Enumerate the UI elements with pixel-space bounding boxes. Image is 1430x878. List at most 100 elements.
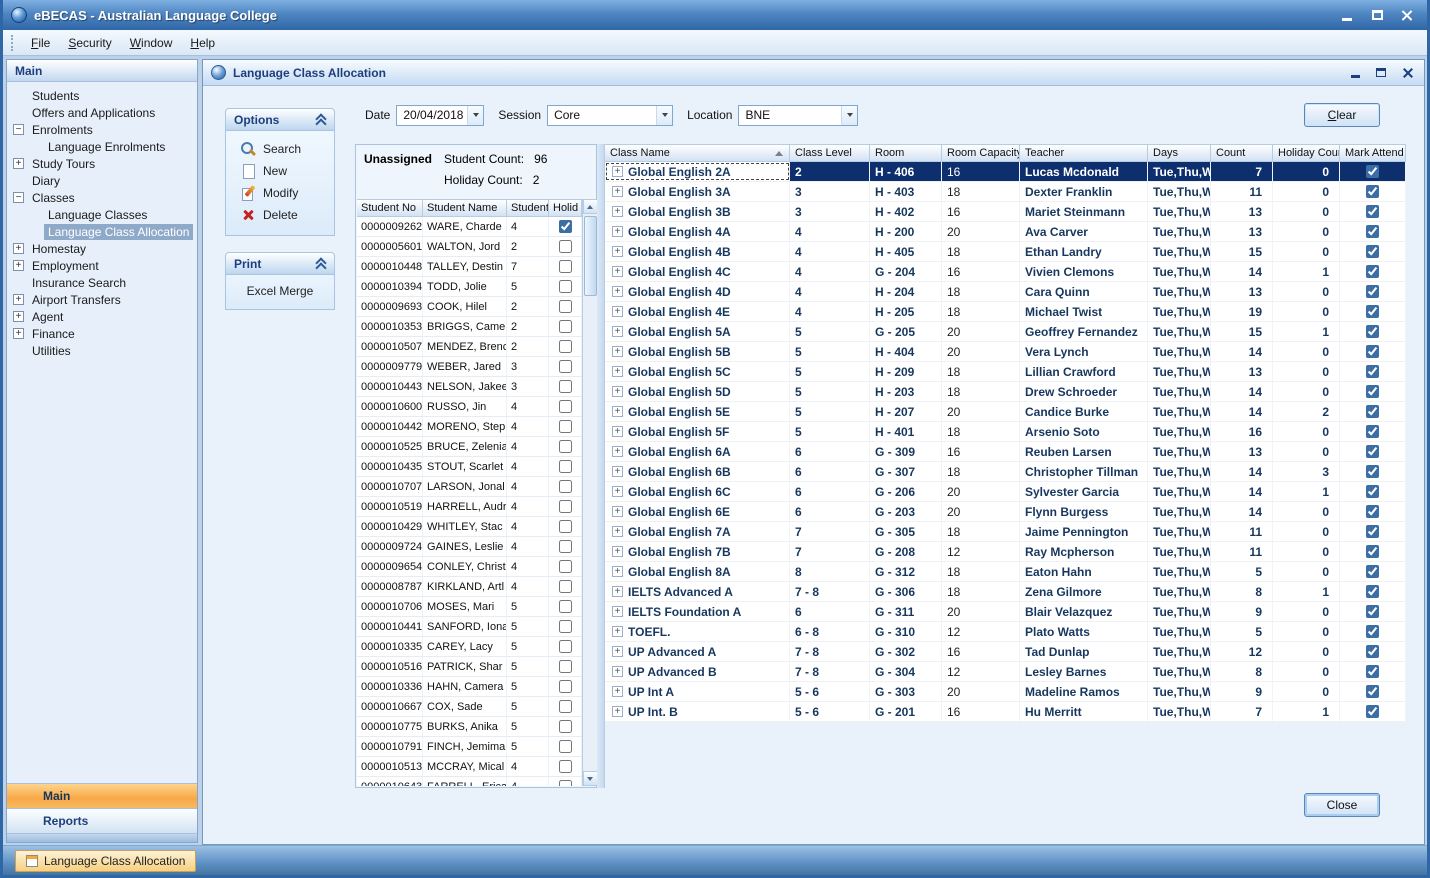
student-row[interactable]: 0000010791FINCH, Jemima5	[357, 737, 582, 757]
class-row[interactable]: +Global English 5E5H - 20720Candice Burk…	[605, 402, 1406, 422]
close-button[interactable]	[1395, 6, 1419, 24]
expand-plus-icon[interactable]: +	[612, 186, 623, 197]
excel-merge-button[interactable]: Excel Merge	[226, 275, 334, 309]
expand-plus-icon[interactable]: +	[612, 606, 623, 617]
col-count[interactable]: Count	[1211, 144, 1273, 162]
mark-attendance-checkbox[interactable]	[1366, 205, 1379, 218]
class-row[interactable]: +Global English 5C5H - 20918Lillian Craw…	[605, 362, 1406, 382]
option-search-button[interactable]: Search	[240, 138, 334, 160]
mark-attendance-checkbox[interactable]	[1366, 225, 1379, 238]
col-teacher[interactable]: Teacher	[1020, 144, 1148, 162]
student-row[interactable]: 0000009779WEBER, Jared3	[357, 357, 582, 377]
menu-help[interactable]: Help	[181, 32, 224, 54]
col-mark-attendance[interactable]: Mark Attend	[1340, 144, 1406, 162]
student-row[interactable]: 0000010335CAREY, Lacy5	[357, 637, 582, 657]
expand-plus-icon[interactable]: +	[612, 546, 623, 557]
maximize-button[interactable]	[1365, 6, 1389, 24]
mark-attendance-checkbox[interactable]	[1366, 525, 1379, 538]
holiday-checkbox[interactable]	[559, 280, 572, 293]
sidebar-item-offers-and-applications[interactable]: Offers and Applications	[7, 104, 197, 121]
student-row[interactable]: 0000010443NELSON, Jakee3	[357, 377, 582, 397]
student-row[interactable]: 0000009693COOK, Hilel2	[357, 297, 582, 317]
holiday-checkbox[interactable]	[559, 420, 572, 433]
sidebar-item-language-classes[interactable]: Language Classes	[7, 206, 197, 223]
expand-plus-icon[interactable]: +	[612, 566, 623, 577]
mark-attendance-checkbox[interactable]	[1366, 465, 1379, 478]
sidebar-item-finance[interactable]: +Finance	[7, 325, 197, 342]
class-row[interactable]: +Global English 4B4H - 40518Ethan Landry…	[605, 242, 1406, 262]
mark-attendance-checkbox[interactable]	[1366, 365, 1379, 378]
holiday-checkbox[interactable]	[559, 300, 572, 313]
scroll-up-button[interactable]	[583, 199, 598, 214]
col-student-level[interactable]: Student L	[507, 199, 549, 217]
mark-attendance-checkbox[interactable]	[1366, 645, 1379, 658]
holiday-checkbox[interactable]	[559, 380, 572, 393]
expand-plus-icon[interactable]: +	[612, 206, 623, 217]
holiday-checkbox[interactable]	[559, 440, 572, 453]
option-new-button[interactable]: New	[240, 160, 334, 182]
holiday-checkbox[interactable]	[559, 600, 572, 613]
class-row[interactable]: +Global English 4C4G - 20416Vivien Clemo…	[605, 262, 1406, 282]
mark-attendance-checkbox[interactable]	[1366, 385, 1379, 398]
expand-plus-icon[interactable]: +	[612, 246, 623, 257]
collapse-chevron-icon[interactable]	[316, 114, 326, 126]
expand-plus-icon[interactable]: +	[612, 506, 623, 517]
student-row[interactable]: 0000010775BURKS, Anika5	[357, 717, 582, 737]
class-row[interactable]: +IELTS Advanced A7 - 8G - 30618Zena Gilm…	[605, 582, 1406, 602]
date-dropdown-button[interactable]	[467, 106, 483, 125]
student-row[interactable]: 0000009262WARE, Charde4	[357, 217, 582, 237]
expand-plus-icon[interactable]: +	[612, 466, 623, 477]
student-row[interactable]: 0000010519HARRELL, Audr4	[357, 497, 582, 517]
minimize-button[interactable]	[1335, 6, 1359, 24]
sidebar-item-airport-transfers[interactable]: +Airport Transfers	[7, 291, 197, 308]
expand-plus-icon[interactable]: +	[13, 311, 24, 322]
holiday-checkbox[interactable]	[559, 320, 572, 333]
col-holiday[interactable]: Holid	[549, 199, 582, 217]
student-row[interactable]: 0000010600RUSSO, Jin4	[357, 397, 582, 417]
option-delete-button[interactable]: Delete	[240, 204, 334, 226]
class-row[interactable]: +Global English 4A4H - 20020Ava CarverTu…	[605, 222, 1406, 242]
class-row[interactable]: +UP Advanced B7 - 8G - 30412Lesley Barne…	[605, 662, 1406, 682]
holiday-checkbox[interactable]	[559, 720, 572, 733]
student-row[interactable]: 0000010394TODD, Jolie5	[357, 277, 582, 297]
class-row[interactable]: +Global English 7A7G - 30518Jaime Pennin…	[605, 522, 1406, 542]
session-select[interactable]: Core	[547, 105, 673, 126]
sidebar-item-language-class-allocation[interactable]: Language Class Allocation	[7, 223, 197, 240]
expand-plus-icon[interactable]: +	[612, 666, 623, 677]
mark-attendance-checkbox[interactable]	[1366, 265, 1379, 278]
student-row[interactable]: 0000010667COX, Sade5	[357, 697, 582, 717]
sidebar-item-language-enrolments[interactable]: Language Enrolments	[7, 138, 197, 155]
mark-attendance-checkbox[interactable]	[1366, 665, 1379, 678]
class-row[interactable]: +Global English 5B5H - 40420Vera LynchTu…	[605, 342, 1406, 362]
class-row[interactable]: +Global English 8A8G - 31218Eaton HahnTu…	[605, 562, 1406, 582]
expand-plus-icon[interactable]: +	[612, 326, 623, 337]
inner-close-button[interactable]	[1398, 65, 1416, 81]
menu-window[interactable]: Window	[121, 32, 182, 54]
class-row[interactable]: +Global English 4D4H - 20418Cara QuinnTu…	[605, 282, 1406, 302]
mark-attendance-checkbox[interactable]	[1366, 285, 1379, 298]
holiday-checkbox[interactable]	[559, 780, 572, 786]
holiday-checkbox[interactable]	[559, 360, 572, 373]
holiday-checkbox[interactable]	[559, 580, 572, 593]
session-dropdown-button[interactable]	[656, 106, 672, 125]
sidebar-item-study-tours[interactable]: +Study Tours	[7, 155, 197, 172]
expand-plus-icon[interactable]: +	[612, 686, 623, 697]
holiday-checkbox[interactable]	[559, 220, 572, 233]
mark-attendance-checkbox[interactable]	[1366, 485, 1379, 498]
class-row[interactable]: +UP Int A5 - 6G - 30320Madeline RamosTue…	[605, 682, 1406, 702]
holiday-checkbox[interactable]	[559, 520, 572, 533]
sidebar-item-insurance-search[interactable]: Insurance Search	[7, 274, 197, 291]
student-row[interactable]: 0000010525BRUCE, Zelenia4	[357, 437, 582, 457]
class-row[interactable]: +Global English 3A3H - 40318Dexter Frank…	[605, 182, 1406, 202]
student-row[interactable]: 0000009654CONLEY, Christ4	[357, 557, 582, 577]
student-row[interactable]: 0000010513MCCRAY, Mical4	[357, 757, 582, 777]
option-modify-button[interactable]: Modify	[240, 182, 334, 204]
class-row[interactable]: +Global English 5A5G - 20520Geoffrey Fer…	[605, 322, 1406, 342]
class-row[interactable]: +UP Int. B5 - 6G - 20116Hu MerrittTue,Th…	[605, 702, 1406, 722]
print-panel-header[interactable]: Print	[226, 253, 334, 275]
mark-attendance-checkbox[interactable]	[1366, 185, 1379, 198]
col-holiday-count[interactable]: Holiday Cour	[1273, 144, 1340, 162]
col-days[interactable]: Days	[1148, 144, 1211, 162]
holiday-checkbox[interactable]	[559, 740, 572, 753]
holiday-checkbox[interactable]	[559, 260, 572, 273]
